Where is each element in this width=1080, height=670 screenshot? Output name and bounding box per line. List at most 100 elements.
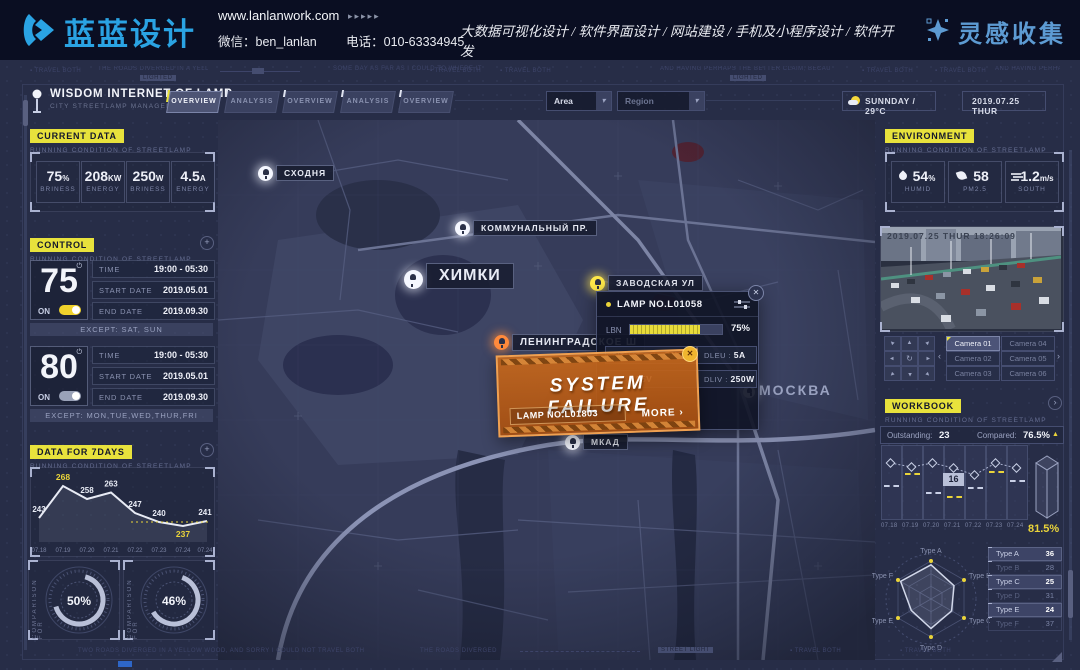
camera-06-button[interactable]: Camera 06 — [1001, 366, 1055, 381]
pan-left-button[interactable]: ▲ — [884, 351, 901, 366]
pan-down-left-button[interactable]: ▲ — [884, 366, 901, 381]
type-e-row[interactable]: Type E24 — [988, 603, 1062, 617]
decor-dashes — [520, 651, 640, 652]
brand-banner: 蓝蓝设计 www.lanlanwork.com ▸▸▸▸▸ 微信：ben_lan… — [0, 0, 1080, 60]
type-f-row[interactable]: Type F37 — [988, 617, 1062, 631]
camera-list-prev-icon[interactable]: ‹ — [938, 351, 941, 361]
control-toggle[interactable] — [59, 305, 81, 315]
more-button[interactable]: MORE › — [641, 407, 683, 419]
camera-03-button[interactable]: Camera 03 — [946, 366, 1000, 381]
popup-close-button[interactable]: ✕ — [748, 285, 764, 301]
sliders-icon[interactable] — [734, 299, 750, 309]
pan-right-button[interactable]: ▲ — [918, 351, 935, 366]
pan-up-left-button[interactable]: ▲ — [884, 336, 901, 351]
tab-overview-3[interactable]: OVERVIEW — [398, 91, 454, 113]
services-line: 大数据可视化设计 / 软件界面设计 / 网站建设 / 手机及小程序设计 / 软件… — [460, 20, 900, 60]
weather-box: SUNNDAY / 29°C — [842, 91, 936, 111]
refresh-button[interactable]: ↻ — [901, 351, 918, 366]
lamp-pin[interactable] — [455, 221, 470, 236]
lamp-pin-failure[interactable] — [494, 335, 509, 350]
panel-current-data: CURRENT DATA RUNNING CONDITION OF STREET… — [30, 126, 192, 154]
area-select[interactable]: Area ▾ — [546, 91, 612, 111]
type-c-row[interactable]: Type C25 — [988, 575, 1062, 589]
svg-text:268: 268 — [56, 472, 70, 482]
place-label-zavodskaya[interactable]: ЗАВОДСКАЯ УЛ — [608, 275, 703, 291]
region-select[interactable]: Region ▾ — [617, 91, 705, 111]
pan-up-button[interactable]: ▲ — [901, 336, 918, 351]
expand-chart-button[interactable]: + — [200, 443, 214, 457]
control-group1-level: ⏻ 75 ON — [30, 260, 88, 320]
svg-text:247: 247 — [128, 500, 142, 509]
comparison-gauge-1: COMPARISON FOR 50% — [28, 560, 120, 640]
lamp-mini-icon: ⏻ — [76, 349, 82, 357]
camera-list-next-icon[interactable]: › — [1057, 351, 1060, 361]
workbook-more-button[interactable]: › — [1048, 396, 1062, 410]
place-label-moskva[interactable]: МОСКВА — [759, 382, 832, 398]
tab-analysis-2[interactable]: ANALYSIS — [340, 91, 396, 113]
place-label-kommunalny[interactable]: КОММУНАЛЬНЫЙ ПР. — [473, 220, 597, 236]
svg-text:Type C: Type C — [969, 618, 990, 625]
chevron-down-icon[interactable]: ▾ — [596, 92, 611, 110]
left-rail-handle[interactable] — [23, 100, 28, 126]
control-toggle[interactable] — [59, 391, 81, 401]
svg-text:07.22: 07.22 — [127, 548, 143, 554]
lamp-pin[interactable] — [258, 166, 273, 181]
svg-text:07.24: 07.24 — [175, 548, 191, 554]
arrows-decor: ▸▸▸▸▸ — [348, 11, 381, 22]
website-link[interactable]: www.lanlanwork.com — [218, 8, 339, 23]
control-row-end: END DATE2019.09.30 — [92, 302, 215, 320]
status-dot — [606, 302, 611, 307]
workbook-stats-row: Outstanding: 23 Compared: 76.5% ▲ — [880, 426, 1064, 444]
control-row-end: END DATE2019.09.30 — [92, 388, 215, 406]
camera-04-button[interactable]: Camera 04 — [1001, 336, 1055, 351]
pan-up-right-button[interactable]: ▲ — [918, 336, 935, 351]
lamp-pin[interactable] — [565, 435, 580, 450]
camera-01-button[interactable]: Camera 01 — [946, 336, 1000, 351]
place-label-khimki[interactable]: ХИМКИ — [426, 263, 514, 289]
decor-text: THE ROADS DIVERGED IN A YELLOW WOOD, AND… — [98, 66, 208, 72]
lamp-pin-warning[interactable] — [590, 276, 605, 291]
type-a-row[interactable]: Type A36 — [988, 547, 1062, 561]
camera-05-button[interactable]: Camera 05 — [1001, 351, 1055, 366]
svg-text:Type F: Type F — [872, 573, 893, 580]
connector-line — [706, 100, 840, 101]
lamp-pin[interactable] — [404, 270, 423, 289]
panel-title-badge: WORKBOOK — [885, 399, 961, 413]
wechat-contact: 微信：ben_lanlan 电话：010-63334945 — [218, 31, 464, 50]
right-scrollbar[interactable] — [1069, 150, 1072, 640]
stat-wind: 1.2m/s SOUTH — [1005, 161, 1059, 203]
workbook-total: 81.5% — [1028, 523, 1059, 535]
right-scrollbar-thumb[interactable] — [1068, 570, 1073, 618]
camera-02-button[interactable]: Camera 02 — [946, 351, 1000, 366]
pan-down-right-button[interactable]: ▲ — [918, 366, 935, 381]
place-label-mkad[interactable]: МКАД — [583, 434, 628, 450]
line-chart-svg: 243 268 258 263 247 240 237 241 07.18 07… — [31, 468, 214, 556]
decor-checkbox: ▪ TRAVEL BOTH — [935, 68, 986, 74]
add-control-button[interactable]: + — [200, 236, 214, 250]
panel-subtitle: RUNNING CONDITION OF STREETLAMP — [885, 417, 1047, 424]
popup-field-dliv: DLIV : 250W — [697, 370, 757, 388]
chevron-down-icon[interactable]: ▾ — [689, 92, 704, 110]
type-b-row[interactable]: Type B28 — [988, 561, 1062, 575]
left-rail[interactable] — [24, 95, 27, 650]
environment-box: 54% HUMID 58 PM2.5 1.2m/s SOUTH — [885, 152, 1064, 212]
phone-text: 电话：010-63334945 — [346, 35, 464, 49]
x-tick: 07.18 — [881, 523, 898, 529]
tab-analysis-1[interactable]: ANALYSIS — [224, 91, 280, 113]
tab-overview-2[interactable]: OVERVIEW — [282, 91, 338, 113]
type-d-row[interactable]: Type D31 — [988, 589, 1062, 603]
radar-chart: Type A Type B Type C Type D Type E Type … — [872, 540, 990, 658]
decor-slider-handle[interactable] — [252, 68, 264, 74]
control-except: EXCEPT: SAT, SUN — [30, 323, 213, 336]
place-label-skhodnya[interactable]: СХОДНЯ — [276, 165, 334, 181]
pan-down-button[interactable]: ▲ — [901, 366, 918, 381]
svg-text:237: 237 — [176, 529, 190, 539]
decor-checkbox: ▪ TRAVEL BOTH — [900, 648, 951, 654]
failure-close-button[interactable]: ✕ — [682, 346, 698, 362]
tab-overview-1[interactable]: OVERVIEW — [166, 91, 222, 113]
decor-text: THE ROADS DIVERGED — [420, 648, 497, 654]
x-tick: 07.24 — [1007, 523, 1024, 529]
map-canvas[interactable]: СХОДНЯ КОММУНАЛЬНЫЙ ПР. ХИМКИ ЗАВОДСКАЯ … — [218, 120, 875, 660]
resize-corner[interactable] — [1052, 652, 1062, 662]
decor-checkbox: ▪ TRAVEL BOTH — [30, 68, 81, 74]
